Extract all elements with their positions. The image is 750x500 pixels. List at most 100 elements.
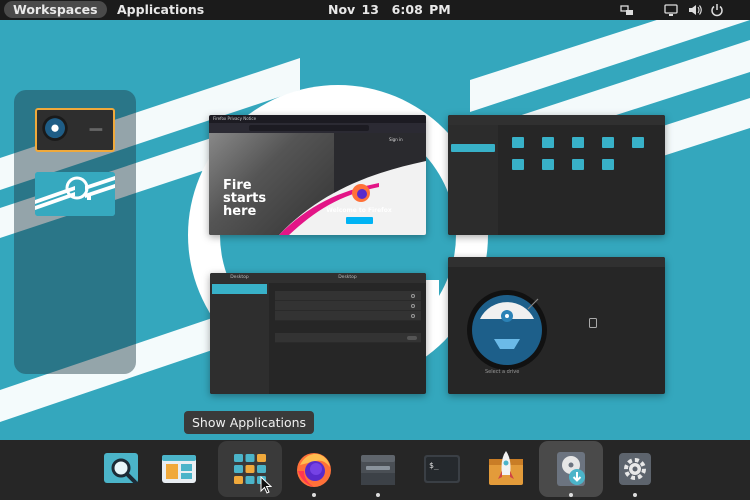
empty-workspace-thumbnail: [35, 172, 115, 216]
files-sidebar-item: [451, 126, 495, 134]
firefox-toolbar: [209, 123, 426, 133]
workspaces-button[interactable]: Workspaces: [4, 1, 107, 18]
folder-icon: [542, 137, 554, 148]
folder-item: [628, 137, 648, 150]
dock-firefox[interactable]: [282, 441, 346, 497]
firefox-url-field: [249, 125, 369, 131]
disc-drive-icon: [467, 290, 547, 370]
settings-option: [275, 311, 421, 321]
folder-item: [508, 159, 528, 172]
applications-button[interactable]: Applications: [108, 1, 213, 18]
settings-gear-icon: [619, 453, 651, 485]
settings-option: [275, 291, 421, 301]
files-sidebar-item: [451, 162, 495, 170]
radio-icon: [411, 314, 415, 318]
settings-sidebar-item: [212, 328, 267, 338]
dock-terminal[interactable]: $_: [410, 441, 474, 497]
files-sidebar-item: [451, 171, 495, 179]
settings-titlebar: Desktop Desktop: [210, 273, 426, 283]
headline-line-3: here: [223, 204, 257, 219]
installer-window-preview[interactable]: Select a drive: [448, 257, 665, 394]
settings-window-preview[interactable]: Desktop Desktop: [210, 273, 426, 394]
folder-icon: [512, 137, 524, 148]
files-sidebar-item: [451, 198, 495, 206]
settings-title: Desktop: [338, 275, 357, 280]
files-window-preview[interactable]: [448, 115, 665, 235]
firefox-window-preview[interactable]: Firefox Privacy Notice Fire starts here …: [209, 115, 426, 235]
files-sidebar: [448, 125, 498, 235]
folder-icon: [542, 159, 554, 170]
clock[interactable]: Nov 13 6:08 PM: [328, 1, 451, 18]
settings-sidebar: [210, 283, 269, 394]
files-sidebar-item: [451, 180, 495, 188]
settings-sidebar-item: [212, 317, 267, 327]
clock-time: 6:08 PM: [391, 2, 451, 17]
settings-main: [273, 287, 423, 351]
folder-item: [568, 137, 588, 150]
running-indicator: [633, 493, 637, 497]
files-sidebar-item: [451, 207, 495, 215]
folder-item: [538, 137, 558, 150]
workspace-thumbnails: [14, 90, 136, 374]
folder-icon: [572, 159, 584, 170]
firefox-tab-title: Firefox Privacy Notice: [213, 116, 257, 121]
dock-magnifier-app[interactable]: [90, 441, 154, 497]
installer-window-thumbnail: [38, 110, 112, 150]
network-icon[interactable]: [620, 3, 634, 17]
dock-settings[interactable]: [603, 441, 667, 497]
folder-icon: [602, 137, 614, 148]
firefox-signin-link: Sign in: [389, 137, 403, 142]
folder-item: [598, 137, 618, 150]
shop-rocket-icon: [489, 451, 523, 485]
power-icon[interactable]: [710, 3, 724, 17]
dock-tooltip: Show Applications: [184, 411, 315, 434]
files-sidebar-item: [451, 153, 495, 161]
installer-icon: [557, 452, 585, 486]
folder-icon: [572, 137, 584, 148]
firefox-icon: [297, 453, 331, 487]
folder-item: [538, 159, 558, 172]
firefox-cta-button: [346, 217, 373, 224]
dock-files[interactable]: [346, 441, 410, 497]
firefox-logo-icon: [352, 184, 370, 202]
folder-item: [568, 159, 588, 172]
folder-icon: [602, 159, 614, 170]
files-icon: [361, 455, 395, 485]
running-indicator: [376, 493, 380, 497]
radio-icon: [411, 294, 415, 298]
mouse-pointer-icon: [260, 476, 272, 494]
installer-titlebar: [448, 257, 665, 267]
settings-option: [275, 301, 421, 311]
workspace-thumbnail-1[interactable]: [35, 108, 115, 152]
volume-icon[interactable]: [688, 3, 702, 17]
radio-icon: [411, 304, 415, 308]
top-bar: Workspaces Applications Nov 13 6:08 PM: [0, 0, 750, 20]
toggle-icon: [407, 336, 417, 340]
dock-pop-shop[interactable]: [474, 441, 538, 497]
files-sidebar-item: [451, 144, 495, 152]
installer-buttons: [588, 385, 592, 389]
files-sidebar-item: [451, 189, 495, 197]
hot-corner-option: [275, 333, 421, 343]
dock-show-applications[interactable]: [218, 441, 282, 497]
firefox-welcome-text: Welcome to Firefox: [326, 207, 392, 214]
running-indicator: [312, 493, 316, 497]
terminal-icon: $_: [424, 455, 460, 483]
svg-text:$_: $_: [429, 461, 439, 470]
files-sidebar-item: [451, 216, 495, 224]
dock: $_: [0, 440, 750, 500]
display-icon[interactable]: [664, 3, 678, 17]
dock-window-tiling-app[interactable]: [147, 441, 211, 497]
window-tiling-icon: [162, 455, 196, 483]
files-sidebar-item: [451, 135, 495, 143]
folder-item: [598, 159, 618, 172]
usb-drive-icon: [589, 318, 597, 328]
dock-installer[interactable]: [539, 441, 603, 497]
folder-icon: [512, 159, 524, 170]
workspace-thumbnail-2[interactable]: [35, 172, 115, 216]
settings-sidebar-item: [212, 306, 267, 316]
folder-icon: [632, 137, 644, 148]
running-indicator: [569, 493, 573, 497]
firefox-tab-bar: Firefox Privacy Notice: [209, 115, 426, 123]
settings-sidebar-item: [212, 284, 267, 294]
